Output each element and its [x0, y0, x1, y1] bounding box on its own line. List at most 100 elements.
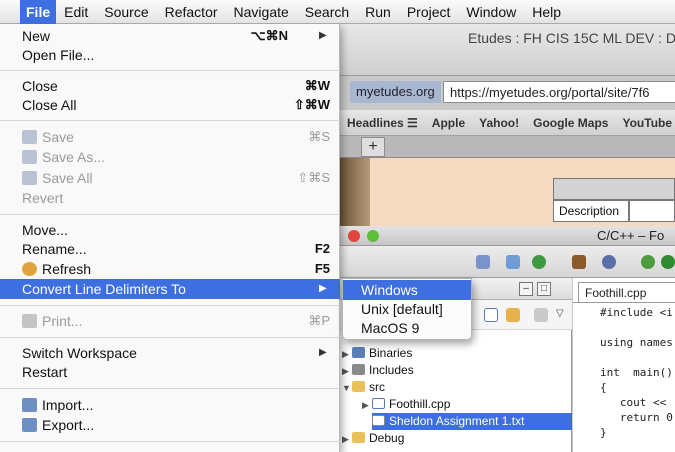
tree-item-debug[interactable]: ▶ Debug — [342, 430, 404, 447]
target-icon[interactable] — [602, 255, 616, 269]
address-bar[interactable]: https://myetudes.org/portal/site/7f6 — [443, 81, 675, 103]
new-file-icon[interactable] — [506, 255, 520, 269]
menu-separator — [0, 305, 340, 306]
table-cell-description: Description — [553, 200, 629, 222]
save-icon — [22, 130, 37, 144]
eclipse-window-title: C/C++ – Fo — [597, 228, 665, 243]
submenu-arrow-icon: ▶ — [319, 347, 327, 358]
submenu-arrow-icon: ▶ — [319, 30, 327, 41]
submenu-item-unix[interactable]: Unix [default] — [343, 299, 471, 319]
menu-search[interactable]: Search — [297, 0, 357, 24]
apple-menu[interactable] — [0, 0, 20, 24]
tree-item-src[interactable]: ▼ src — [342, 379, 385, 396]
menu-separator — [0, 388, 340, 389]
menu-edit[interactable]: Edit — [56, 0, 96, 24]
debug-bug-icon[interactable] — [641, 255, 655, 269]
maximize-view-button[interactable]: □ — [537, 282, 551, 296]
collapse-all-icon[interactable] — [484, 308, 498, 322]
tree-item-binaries[interactable]: ▶ Binaries — [342, 345, 412, 362]
tree-item-includes[interactable]: ▶ Includes — [342, 362, 414, 379]
text-file-icon — [372, 415, 385, 426]
bookmark-youtube[interactable]: YouTube — [622, 116, 672, 130]
menu-item-save-as[interactable]: Save As... — [0, 147, 340, 167]
menu-run[interactable]: Run — [357, 0, 399, 24]
submenu-item-macos9[interactable]: MacOS 9 — [343, 318, 471, 338]
new-source-icon[interactable] — [532, 255, 546, 269]
menu-separator — [0, 70, 340, 71]
expand-arrow-icon[interactable]: ▶ — [342, 346, 352, 363]
menu-window[interactable]: Window — [458, 0, 524, 24]
browser-window-title: Etudes : FH CIS 15C ML DEV : Dis — [468, 30, 675, 46]
browser-tab-bar — [340, 136, 675, 158]
bookmark-apple[interactable]: Apple — [432, 116, 465, 130]
table-header — [553, 178, 675, 200]
code-line: #include <i — [600, 306, 673, 319]
close-window-button[interactable] — [348, 230, 360, 242]
menu-item-new[interactable]: New ⌥⌘N ▶ — [0, 26, 340, 46]
new-class-icon[interactable] — [476, 255, 490, 269]
collapse-arrow-icon[interactable]: ▼ — [342, 380, 352, 397]
bookmark-google-maps[interactable]: Google Maps — [533, 116, 608, 130]
menu-project[interactable]: Project — [399, 0, 459, 24]
cpp-file-icon — [372, 398, 385, 409]
bookmarks-bar: Headlines ☰ Apple Yahoo! Google Maps You… — [340, 110, 675, 136]
new-tab-button[interactable]: + — [361, 137, 385, 157]
menu-item-export[interactable]: Export... — [0, 415, 340, 435]
address-site-label: myetudes.org — [350, 81, 441, 103]
menu-item-move[interactable]: Move... — [0, 220, 340, 240]
menu-item-close-all[interactable]: Close All ⇧⌘W — [0, 95, 340, 115]
menu-item-save[interactable]: Save ⌘S — [0, 127, 340, 147]
code-line: { — [600, 381, 607, 394]
table-cell — [629, 200, 675, 222]
tree-item-foothill-cpp[interactable]: ▶ Foothill.cpp — [362, 396, 450, 413]
menu-separator — [0, 337, 340, 338]
menu-item-open-file[interactable]: Open File... — [0, 45, 340, 65]
zoom-window-button[interactable] — [367, 230, 379, 242]
menu-refactor[interactable]: Refactor — [157, 0, 226, 24]
run-icon[interactable] — [661, 255, 675, 269]
code-editor[interactable] — [573, 278, 675, 452]
menu-item-import[interactable]: Import... — [0, 395, 340, 415]
link-editor-icon[interactable] — [506, 308, 520, 322]
expand-arrow-icon[interactable]: ▶ — [342, 363, 352, 380]
menu-item-revert[interactable]: Revert — [0, 188, 340, 208]
expand-arrow-icon[interactable]: ▶ — [362, 397, 372, 414]
folder-icon — [352, 381, 365, 392]
menu-help[interactable]: Help — [524, 0, 569, 24]
menu-separator — [0, 120, 340, 121]
submenu-arrow-icon: ▶ — [319, 283, 327, 294]
build-hammer-icon[interactable] — [572, 255, 586, 269]
menu-item-print[interactable]: Print... ⌘P — [0, 311, 340, 331]
minimize-view-button[interactable]: – — [519, 282, 533, 296]
print-icon — [22, 314, 37, 328]
binaries-icon — [352, 347, 365, 358]
expand-arrow-icon[interactable]: ▶ — [342, 431, 352, 448]
page-photo — [340, 158, 370, 228]
submenu-item-windows[interactable]: Windows — [343, 280, 471, 300]
folder-icon — [352, 432, 365, 443]
menu-item-refresh[interactable]: Refresh F5 — [0, 259, 340, 279]
bookmark-headlines[interactable]: Headlines ☰ — [347, 116, 418, 130]
menu-item-rename[interactable]: Rename... F2 — [0, 239, 340, 259]
view-menu-icon[interactable] — [534, 308, 548, 322]
menu-item-close[interactable]: Close ⌘W — [0, 76, 340, 96]
code-line: int main() — [600, 366, 673, 379]
editor-tab-foothill-cpp[interactable]: Foothill.cpp — [578, 282, 675, 302]
save-as-icon — [22, 150, 37, 164]
menu-item-switch-workspace[interactable]: Switch Workspace ▶ — [0, 343, 340, 363]
menu-file[interactable]: File — [20, 0, 57, 24]
code-line: using names — [600, 336, 673, 349]
save-all-icon — [22, 171, 37, 185]
menu-source[interactable]: Source — [96, 0, 156, 24]
menu-item-convert-line-delimiters[interactable]: Convert Line Delimiters To ▶ — [0, 279, 340, 299]
menu-separator — [0, 441, 340, 442]
menu-item-restart[interactable]: Restart — [0, 362, 340, 382]
code-line: } — [600, 426, 607, 439]
file-menu: New ⌥⌘N ▶ Open File... Close ⌘W Close Al… — [0, 24, 340, 452]
tree-item-sheldon-assignment[interactable]: Sheldon Assignment 1.txt — [372, 413, 572, 430]
view-menu-chevron-icon[interactable]: ▽ — [556, 308, 564, 319]
refresh-icon — [22, 262, 37, 276]
bookmark-yahoo[interactable]: Yahoo! — [479, 116, 519, 130]
menu-navigate[interactable]: Navigate — [226, 0, 297, 24]
menu-item-save-all[interactable]: Save All ⇧⌘S — [0, 168, 340, 188]
